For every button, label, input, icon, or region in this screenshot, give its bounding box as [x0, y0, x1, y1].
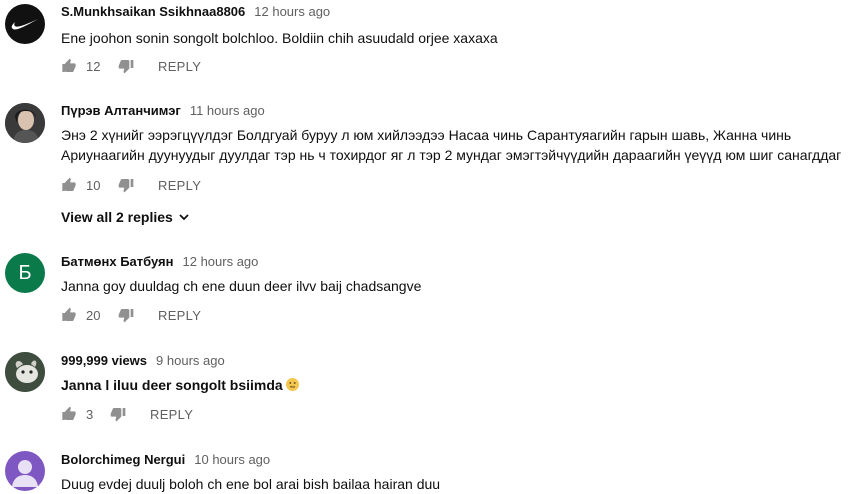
dislike-icon[interactable] [118, 58, 134, 74]
like-icon[interactable] [61, 406, 77, 422]
reply-button[interactable]: REPLY [158, 178, 201, 193]
like-icon[interactable] [61, 177, 77, 193]
avatar[interactable] [5, 4, 45, 44]
comment-text: Janna goy duuldag ch ene duun deer ilvv … [61, 278, 422, 294]
comment-text: Janna l iluu deer songolt bsiimda [61, 375, 856, 395]
reply-button[interactable]: REPLY [158, 308, 201, 323]
default-user-icon [12, 460, 38, 487]
reply-button[interactable]: REPLY [150, 407, 193, 422]
comment-text-line-1: Энэ 2 хүнийг ээрэгцүүлдэг Болдгуай буруу… [61, 127, 792, 143]
comment-author[interactable]: Bolorchimeg Nergui [61, 452, 185, 467]
comment-author[interactable]: S.Munkhsaikan Ssikhnaa8806 [61, 4, 245, 19]
avatar[interactable]: Б [5, 253, 45, 293]
comment-text-content: Janna l iluu deer songolt bsiimda [61, 377, 283, 393]
like-count: 10 [86, 177, 101, 193]
like-count: 3 [86, 406, 94, 422]
comment-timestamp[interactable]: 12 hours ago [183, 254, 259, 269]
like-count: 12 [86, 58, 101, 74]
dislike-icon[interactable] [110, 406, 126, 422]
avatar[interactable] [5, 451, 45, 491]
avatar[interactable] [5, 103, 45, 143]
like-icon[interactable] [61, 58, 77, 74]
comment-timestamp[interactable]: 11 hours ago [190, 103, 265, 118]
view-replies-button[interactable]: View all 2 replies [61, 209, 189, 225]
comment-text: Duug evdej duulj boloh ch ene bol arai b… [61, 476, 441, 492]
comment-text-line-2: Ариунаагийн дуунуудыг дуулдаг тэр нь ч т… [61, 147, 842, 163]
comment-text: Ene joohon sonin songolt bolchloo. Boldi… [61, 30, 498, 46]
like-icon[interactable] [61, 307, 77, 323]
dislike-icon[interactable] [118, 177, 134, 193]
dislike-icon[interactable] [118, 307, 134, 323]
avatar[interactable] [5, 352, 45, 392]
comment-author[interactable]: Пүрэв Алтанчимэг [61, 103, 181, 118]
avatar-letter: Б [18, 261, 32, 284]
profile-photo-icon [5, 103, 45, 143]
comment-timestamp[interactable]: 9 hours ago [156, 353, 225, 368]
view-replies-label: View all 2 replies [61, 209, 173, 225]
nike-swoosh-icon [11, 19, 39, 30]
comment-timestamp[interactable]: 10 hours ago [194, 452, 270, 467]
comment-timestamp[interactable]: 12 hours ago [254, 4, 330, 19]
chevron-down-icon [179, 213, 189, 220]
confused-face-emoji [285, 378, 299, 391]
comment-author[interactable]: Батмөнх Батбуян [61, 254, 174, 269]
goat-photo-icon [5, 352, 45, 392]
comment-author[interactable]: 999,999 views [61, 353, 147, 368]
reply-button[interactable]: REPLY [158, 59, 201, 74]
like-count: 20 [86, 307, 101, 323]
